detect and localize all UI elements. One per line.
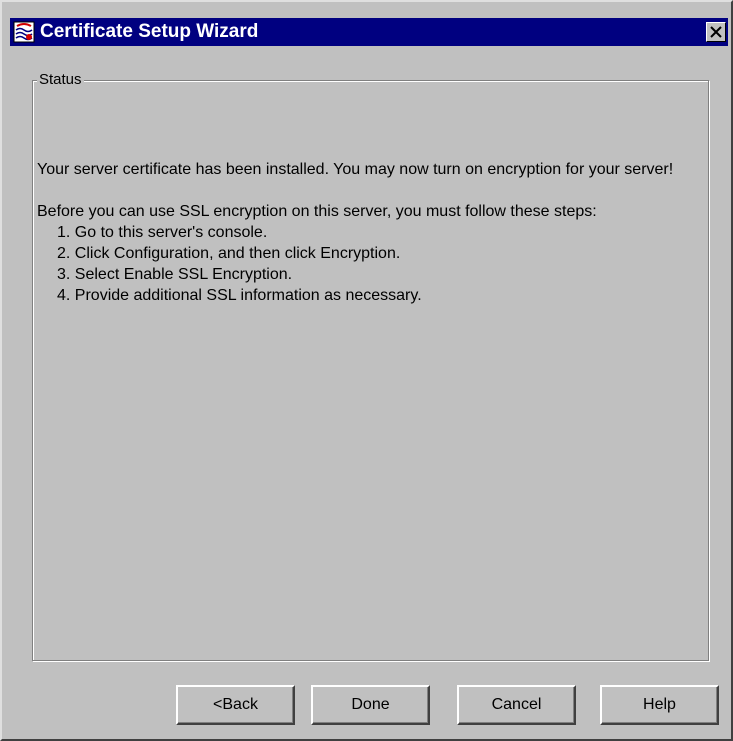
title-bar[interactable]: Certificate Setup Wizard [10,18,728,46]
close-button[interactable] [706,22,726,42]
back-button[interactable]: <Back [176,685,295,725]
instructions-intro: Before you can use SSL encryption on thi… [37,203,597,220]
step-item: 4. Provide additional SSL information as… [57,287,422,304]
step-item: 2. Click Configuration, and then click E… [57,245,401,262]
status-body: Your server certificate has been install… [37,159,703,306]
status-group-box: Status Your server certificate has been … [32,71,709,661]
status-group-label: Status [37,71,84,89]
status-message: Your server certificate has been install… [37,161,674,178]
cancel-button[interactable]: Cancel [457,685,576,725]
help-button[interactable]: Help [600,685,719,725]
certificate-wizard-icon [13,21,35,43]
step-item: 3. Select Enable SSL Encryption. [57,266,293,283]
step-item: 1. Go to this server's console. [57,224,268,241]
window-title: Certificate Setup Wizard [40,21,259,42]
close-icon [710,26,722,38]
done-button[interactable]: Done [311,685,430,725]
steps-list: 1. Go to this server's console. 2. Click… [37,222,703,306]
certificate-setup-wizard-window: Certificate Setup Wizard Status Your ser… [0,0,733,741]
